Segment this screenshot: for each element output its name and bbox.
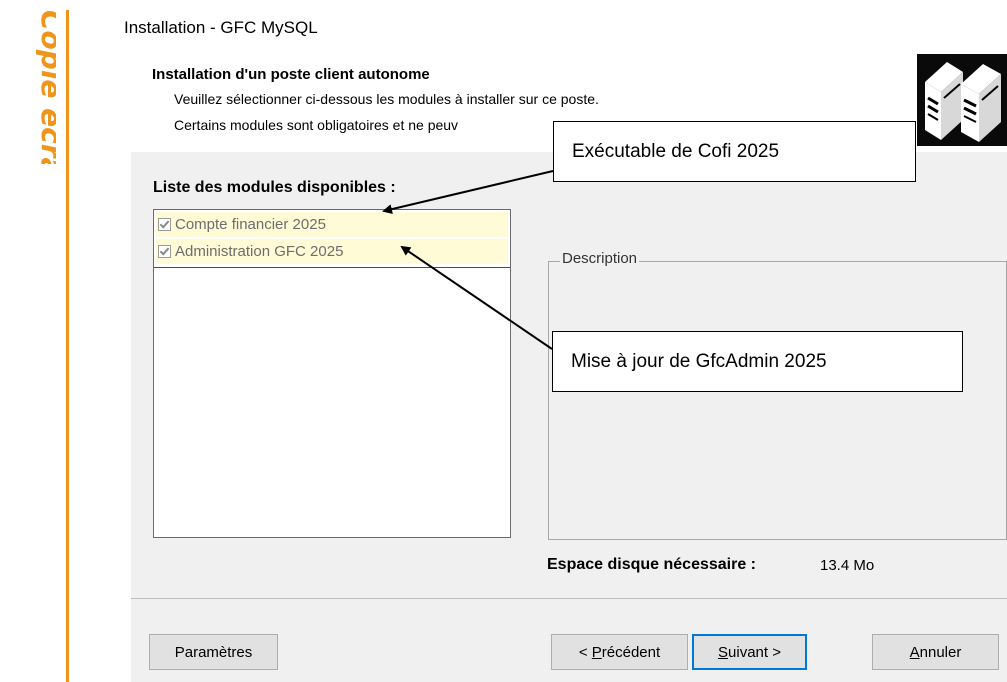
module-item-compte-financier[interactable]: Compte financier 2025 (156, 212, 508, 237)
previous-rest: récédent (601, 643, 661, 661)
next-button[interactable]: Suivant > (692, 634, 807, 670)
module-label: Administration GFC 2025 (175, 243, 344, 260)
window-title: Installation - GFC MySQL (124, 18, 318, 37)
module-checkbox[interactable] (158, 218, 171, 231)
orange-divider (66, 10, 69, 682)
list-separator (154, 267, 510, 268)
servers-logo-icon (917, 54, 1007, 146)
disk-space-label: Espace disque nécessaire : (547, 556, 756, 573)
description-groupbox (548, 261, 1007, 540)
module-label: Compte financier 2025 (175, 216, 326, 233)
cancel-mnemonic: A (909, 643, 920, 661)
parametres-label: Paramètres (174, 643, 253, 661)
module-item-administration-gfc[interactable]: Administration GFC 2025 (156, 239, 508, 264)
description-legend: Description (560, 250, 640, 267)
copie-ecran-text: Copie écran (35, 10, 56, 164)
modules-caption: Liste des modules disponibles : (153, 179, 396, 196)
header-instruction-2: Certains modules sont obligatoires et ne… (174, 117, 459, 133)
cancel-rest: nnuler (919, 643, 962, 661)
modules-listbox[interactable]: Compte financier 2025 Administration GFC… (153, 209, 511, 538)
callout-cofi-text: Exécutable de Cofi 2025 (572, 140, 780, 162)
header-instruction-1: Veuillez sélectionner ci-dessous les mod… (174, 91, 599, 107)
previous-mnemonic: P (591, 643, 602, 661)
cancel-button[interactable]: Annuler (872, 634, 999, 670)
next-rest: uivant > (728, 643, 781, 661)
parametres-button[interactable]: Paramètres (149, 634, 278, 670)
next-mnemonic: S (718, 643, 729, 661)
module-checkbox[interactable] (158, 245, 171, 258)
wizard-body: Liste des modules disponibles : Compte f… (131, 152, 1007, 682)
callout-gfcadmin-text: Mise à jour de GfcAdmin 2025 (571, 350, 827, 372)
copie-ecran-label: Copie écran (6, 4, 56, 164)
footer-separator (131, 598, 1007, 599)
previous-prefix: < (578, 643, 592, 661)
disk-space-value: 13.4 Mo (820, 557, 875, 574)
header-title: Installation d'un poste client autonome (152, 66, 430, 83)
previous-button[interactable]: < Précédent (551, 634, 688, 670)
callout-gfcadmin: Mise à jour de GfcAdmin 2025 (552, 331, 963, 392)
callout-cofi: Exécutable de Cofi 2025 (553, 121, 916, 182)
